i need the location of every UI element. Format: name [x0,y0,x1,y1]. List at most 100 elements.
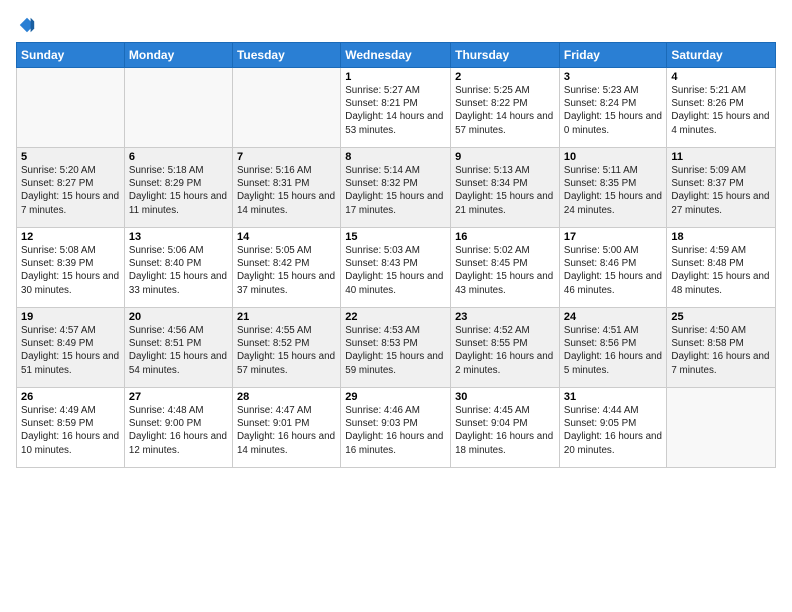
calendar-cell: 31Sunrise: 4:44 AMSunset: 9:05 PMDayligh… [559,388,666,468]
day-info: Sunrise: 4:50 AMSunset: 8:58 PMDaylight:… [671,324,771,377]
day-info: Sunrise: 5:09 AMSunset: 8:37 PMDaylight:… [671,164,771,217]
weekday-header-tuesday: Tuesday [232,43,340,68]
day-info: Sunrise: 5:13 AMSunset: 8:34 PMDaylight:… [455,164,555,217]
day-number: 15 [345,231,446,243]
day-info: Sunrise: 5:21 AMSunset: 8:26 PMDaylight:… [671,84,771,137]
calendar-cell: 16Sunrise: 5:02 AMSunset: 8:45 PMDayligh… [451,228,560,308]
day-info: Sunrise: 5:25 AMSunset: 8:22 PMDaylight:… [455,84,555,137]
day-info: Sunrise: 4:46 AMSunset: 9:03 PMDaylight:… [345,404,446,457]
day-number: 20 [129,311,228,323]
day-info: Sunrise: 5:23 AMSunset: 8:24 PMDaylight:… [564,84,662,137]
day-info: Sunrise: 5:14 AMSunset: 8:32 PMDaylight:… [345,164,446,217]
day-info: Sunrise: 4:48 AMSunset: 9:00 PMDaylight:… [129,404,228,457]
calendar-cell: 30Sunrise: 4:45 AMSunset: 9:04 PMDayligh… [451,388,560,468]
calendar-cell [124,68,232,148]
calendar-cell: 19Sunrise: 4:57 AMSunset: 8:49 PMDayligh… [17,308,125,388]
day-info: Sunrise: 5:16 AMSunset: 8:31 PMDaylight:… [237,164,336,217]
day-number: 9 [455,151,555,163]
calendar-cell: 6Sunrise: 5:18 AMSunset: 8:29 PMDaylight… [124,148,232,228]
day-number: 24 [564,311,662,323]
day-number: 2 [455,71,555,83]
calendar-cell: 1Sunrise: 5:27 AMSunset: 8:21 PMDaylight… [341,68,451,148]
day-number: 8 [345,151,446,163]
page: SundayMondayTuesdayWednesdayThursdayFrid… [0,0,792,476]
day-number: 12 [21,231,120,243]
calendar-cell [667,388,776,468]
calendar-cell: 27Sunrise: 4:48 AMSunset: 9:00 PMDayligh… [124,388,232,468]
calendar-cell: 10Sunrise: 5:11 AMSunset: 8:35 PMDayligh… [559,148,666,228]
day-number: 5 [21,151,120,163]
day-info: Sunrise: 4:47 AMSunset: 9:01 PMDaylight:… [237,404,336,457]
weekday-header-wednesday: Wednesday [341,43,451,68]
calendar-week-4: 19Sunrise: 4:57 AMSunset: 8:49 PMDayligh… [17,308,776,388]
day-number: 23 [455,311,555,323]
day-number: 31 [564,391,662,403]
calendar-cell: 29Sunrise: 4:46 AMSunset: 9:03 PMDayligh… [341,388,451,468]
calendar-cell: 2Sunrise: 5:25 AMSunset: 8:22 PMDaylight… [451,68,560,148]
calendar-cell: 13Sunrise: 5:06 AMSunset: 8:40 PMDayligh… [124,228,232,308]
weekday-header-saturday: Saturday [667,43,776,68]
day-number: 27 [129,391,228,403]
weekday-header-row: SundayMondayTuesdayWednesdayThursdayFrid… [17,43,776,68]
calendar-cell: 5Sunrise: 5:20 AMSunset: 8:27 PMDaylight… [17,148,125,228]
day-number: 6 [129,151,228,163]
day-info: Sunrise: 4:44 AMSunset: 9:05 PMDaylight:… [564,404,662,457]
day-number: 14 [237,231,336,243]
weekday-header-sunday: Sunday [17,43,125,68]
day-info: Sunrise: 4:52 AMSunset: 8:55 PMDaylight:… [455,324,555,377]
calendar-cell [232,68,340,148]
day-number: 7 [237,151,336,163]
calendar-week-1: 1Sunrise: 5:27 AMSunset: 8:21 PMDaylight… [17,68,776,148]
calendar-cell: 15Sunrise: 5:03 AMSunset: 8:43 PMDayligh… [341,228,451,308]
day-number: 28 [237,391,336,403]
calendar-cell: 22Sunrise: 4:53 AMSunset: 8:53 PMDayligh… [341,308,451,388]
calendar-cell: 24Sunrise: 4:51 AMSunset: 8:56 PMDayligh… [559,308,666,388]
day-info: Sunrise: 5:20 AMSunset: 8:27 PMDaylight:… [21,164,120,217]
day-number: 26 [21,391,120,403]
day-info: Sunrise: 4:53 AMSunset: 8:53 PMDaylight:… [345,324,446,377]
calendar-cell: 25Sunrise: 4:50 AMSunset: 8:58 PMDayligh… [667,308,776,388]
day-number: 1 [345,71,446,83]
calendar-cell: 7Sunrise: 5:16 AMSunset: 8:31 PMDaylight… [232,148,340,228]
calendar-cell: 18Sunrise: 4:59 AMSunset: 8:48 PMDayligh… [667,228,776,308]
calendar-week-3: 12Sunrise: 5:08 AMSunset: 8:39 PMDayligh… [17,228,776,308]
day-number: 18 [671,231,771,243]
calendar-cell: 3Sunrise: 5:23 AMSunset: 8:24 PMDaylight… [559,68,666,148]
calendar-cell: 17Sunrise: 5:00 AMSunset: 8:46 PMDayligh… [559,228,666,308]
day-number: 30 [455,391,555,403]
day-info: Sunrise: 4:57 AMSunset: 8:49 PMDaylight:… [21,324,120,377]
day-info: Sunrise: 5:03 AMSunset: 8:43 PMDaylight:… [345,244,446,297]
logo-text [16,16,36,34]
day-info: Sunrise: 4:49 AMSunset: 8:59 PMDaylight:… [21,404,120,457]
calendar-cell: 11Sunrise: 5:09 AMSunset: 8:37 PMDayligh… [667,148,776,228]
day-info: Sunrise: 5:02 AMSunset: 8:45 PMDaylight:… [455,244,555,297]
day-info: Sunrise: 4:51 AMSunset: 8:56 PMDaylight:… [564,324,662,377]
day-info: Sunrise: 5:27 AMSunset: 8:21 PMDaylight:… [345,84,446,137]
calendar-cell: 9Sunrise: 5:13 AMSunset: 8:34 PMDaylight… [451,148,560,228]
calendar-table: SundayMondayTuesdayWednesdayThursdayFrid… [16,42,776,468]
logo-icon [18,16,36,34]
calendar-cell: 28Sunrise: 4:47 AMSunset: 9:01 PMDayligh… [232,388,340,468]
header [16,16,776,32]
day-number: 10 [564,151,662,163]
calendar-cell: 14Sunrise: 5:05 AMSunset: 8:42 PMDayligh… [232,228,340,308]
calendar-cell: 21Sunrise: 4:55 AMSunset: 8:52 PMDayligh… [232,308,340,388]
day-info: Sunrise: 5:08 AMSunset: 8:39 PMDaylight:… [21,244,120,297]
calendar-cell: 23Sunrise: 4:52 AMSunset: 8:55 PMDayligh… [451,308,560,388]
day-number: 17 [564,231,662,243]
day-number: 3 [564,71,662,83]
day-number: 4 [671,71,771,83]
calendar-cell: 20Sunrise: 4:56 AMSunset: 8:51 PMDayligh… [124,308,232,388]
day-number: 13 [129,231,228,243]
calendar-cell: 26Sunrise: 4:49 AMSunset: 8:59 PMDayligh… [17,388,125,468]
weekday-header-friday: Friday [559,43,666,68]
day-info: Sunrise: 5:11 AMSunset: 8:35 PMDaylight:… [564,164,662,217]
calendar-week-5: 26Sunrise: 4:49 AMSunset: 8:59 PMDayligh… [17,388,776,468]
day-number: 19 [21,311,120,323]
day-info: Sunrise: 4:59 AMSunset: 8:48 PMDaylight:… [671,244,771,297]
day-number: 21 [237,311,336,323]
weekday-header-thursday: Thursday [451,43,560,68]
logo [16,16,36,32]
weekday-header-monday: Monday [124,43,232,68]
calendar-week-2: 5Sunrise: 5:20 AMSunset: 8:27 PMDaylight… [17,148,776,228]
